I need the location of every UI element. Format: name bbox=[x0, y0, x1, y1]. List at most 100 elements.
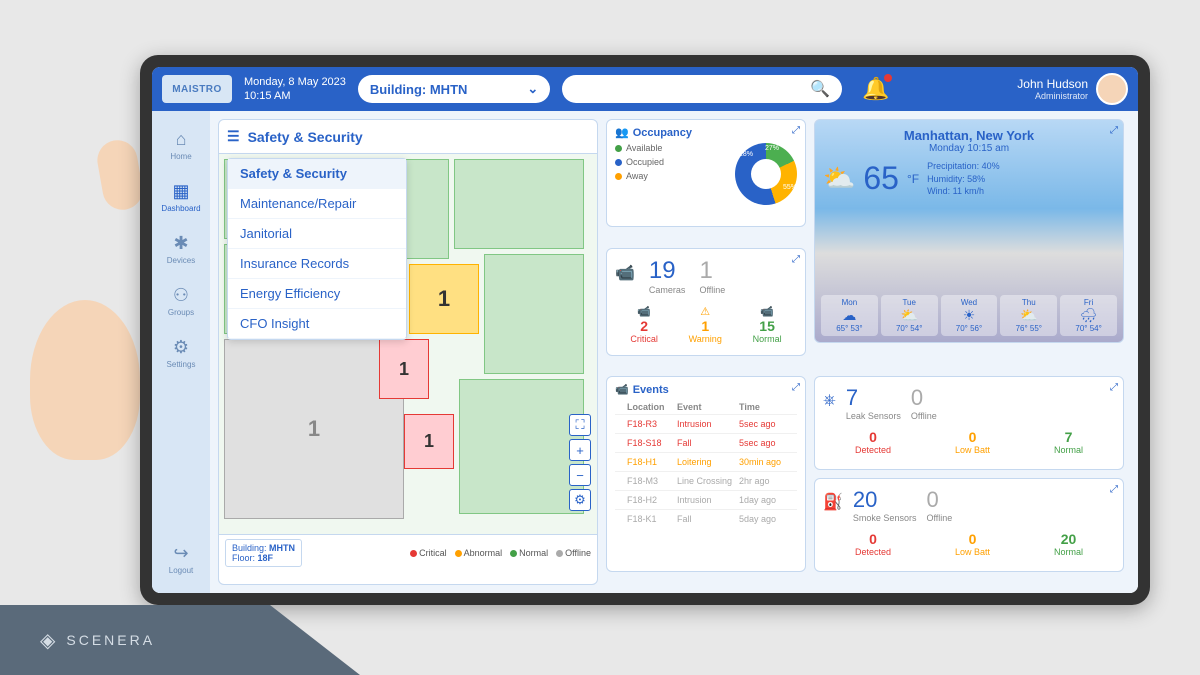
weather-temp: 65 bbox=[863, 160, 899, 197]
groups-icon: ⚇ bbox=[173, 285, 189, 306]
menu-item-maintenance[interactable]: Maintenance/Repair bbox=[228, 189, 406, 219]
sensor-stat: 7Normal bbox=[1054, 429, 1083, 455]
sidebar: ⌂Home ▦Dashboard ✱ Devices ⚇Groups ⚙ Setti… bbox=[152, 111, 210, 593]
menu-item-janitorial[interactable]: Janitorial bbox=[228, 219, 406, 249]
building-selector[interactable]: Building: MHTN ⌄ bbox=[358, 75, 550, 103]
camera-icon: 📹 bbox=[615, 263, 635, 283]
home-icon: ⌂ bbox=[176, 129, 187, 150]
floorplan-card: ☰ Safety & Security Safety & Security Ma… bbox=[218, 119, 598, 585]
forecast-day[interactable]: Mon☁65° 53° bbox=[821, 295, 878, 336]
menu-item-cfo[interactable]: CFO Insight bbox=[228, 309, 406, 339]
zoom-out-button[interactable]: − bbox=[569, 464, 591, 486]
weather-card: ⤢ Manhattan, New York Monday 10:15 am ⛅ … bbox=[814, 119, 1124, 343]
room-abnormal-marker[interactable]: 1 bbox=[409, 264, 479, 334]
event-row[interactable]: F18-R3Intrusion5sec ago bbox=[615, 414, 797, 433]
floor-badge: Building: MHTN Floor: 18F bbox=[225, 539, 302, 567]
weather-forecast: Mon☁65° 53°Tue⛅70° 54°Wed☀70° 56°Thu⛅76°… bbox=[821, 295, 1117, 336]
sidebar-item-logout[interactable]: ↪Logout bbox=[157, 537, 205, 581]
expand-icon[interactable]: ⤢ bbox=[1110, 125, 1118, 136]
menu-item-safety[interactable]: Safety & Security bbox=[228, 159, 406, 189]
event-row[interactable]: F18-H1Loitering30min ago bbox=[615, 452, 797, 471]
cameras-count: 19 bbox=[649, 257, 686, 285]
fullscreen-button[interactable]: ⛶ bbox=[569, 414, 591, 436]
topbar: MAISTRO Monday, 8 May 2023 10:15 AM Buil… bbox=[152, 67, 1138, 111]
forecast-day[interactable]: Fri🌧70° 54° bbox=[1060, 295, 1117, 336]
expand-icon[interactable]: ⤢ bbox=[1110, 382, 1118, 393]
avatar bbox=[1096, 73, 1128, 105]
room-critical-marker[interactable]: 1 bbox=[379, 339, 429, 399]
map-settings-button[interactable]: ⚙ bbox=[569, 489, 591, 511]
floorplan-title: Safety & Security bbox=[248, 129, 363, 145]
events-card: ⤢ 📹 Events LocationEventTime F18-R3Intrus… bbox=[606, 376, 806, 572]
forecast-day[interactable]: Wed☀70° 56° bbox=[941, 295, 998, 336]
forecast-day[interactable]: Thu⛅76° 55° bbox=[1000, 295, 1057, 336]
vendor-badge: ◈ SCENERA bbox=[0, 605, 360, 675]
floorplan-footer: Building: MHTN Floor: 18F Critical Abnor… bbox=[219, 534, 597, 571]
weather-icon: ⛅ bbox=[823, 163, 855, 194]
expand-icon[interactable]: ⤢ bbox=[792, 125, 800, 136]
floorplan-menu: Safety & Security Maintenance/Repair Jan… bbox=[227, 158, 407, 340]
floorplan-header[interactable]: ☰ Safety & Security bbox=[219, 120, 597, 154]
leak-icon: ⎈ bbox=[823, 392, 836, 410]
sensor-stat: 0Low Batt bbox=[955, 429, 990, 455]
smoke-sensors-card: ⤢ ⛽ 20Smoke Sensors 0Offline 0Detected0L… bbox=[814, 478, 1124, 572]
sidebar-item-home[interactable]: ⌂Home bbox=[157, 123, 205, 167]
events-table: LocationEventTime F18-R3Intrusion5sec ag… bbox=[615, 400, 797, 528]
expand-icon[interactable]: ⤢ bbox=[792, 382, 800, 393]
sidebar-item-dashboard[interactable]: ▦Dashboard bbox=[157, 175, 205, 219]
sensor-stat: 0Detected bbox=[855, 531, 891, 557]
events-title: Events bbox=[633, 384, 669, 396]
cameras-offline: 1 bbox=[699, 257, 725, 285]
devices-icon: ✱ bbox=[173, 233, 188, 254]
occupancy-title: Occupancy bbox=[633, 127, 692, 139]
sidebar-item-settings[interactable]: ⚙ Settings bbox=[157, 331, 205, 375]
occupancy-card: ⤢ 👥Occupancy Available Occupied Away 18%… bbox=[606, 119, 806, 227]
camera-stat: ⚠1Warning bbox=[689, 305, 722, 344]
events-header-row: LocationEventTime bbox=[615, 400, 797, 414]
notifications-button[interactable]: 🔔 bbox=[862, 76, 889, 102]
brand-logo: MAISTRO bbox=[162, 75, 232, 103]
camera-stat: 📹2Critical bbox=[630, 305, 658, 344]
menu-item-energy[interactable]: Energy Efficiency bbox=[228, 279, 406, 309]
event-row[interactable]: F18-H2Intrusion1day ago bbox=[615, 490, 797, 509]
event-row[interactable]: F18-S18Fall5sec ago bbox=[615, 433, 797, 452]
user-name: John Hudson bbox=[1017, 77, 1088, 91]
search-icon: 🔍 bbox=[810, 79, 830, 99]
search-input[interactable]: 🔍 bbox=[562, 75, 842, 103]
sensor-stat: 0Detected bbox=[855, 429, 891, 455]
sidebar-item-devices[interactable]: ✱ Devices bbox=[157, 227, 205, 271]
occupancy-donut: 18% 27% 55% bbox=[735, 143, 797, 205]
sidebar-item-groups[interactable]: ⚇Groups bbox=[157, 279, 205, 323]
smoke-icon: ⛽ bbox=[823, 492, 843, 512]
user-menu[interactable]: John Hudson Administrator bbox=[1017, 73, 1128, 105]
floorplan-legend: Critical Abnormal Normal Offline bbox=[410, 548, 591, 558]
map-controls: ⛶ + − ⚙ bbox=[569, 414, 591, 511]
sensor-stat: 0Low Batt bbox=[955, 531, 990, 557]
building-selector-label: Building: MHTN bbox=[370, 82, 467, 97]
leak-sensors-card: ⤢ ⎈ 7Leak Sensors 0Offline 0Detected0Low… bbox=[814, 376, 1124, 470]
hand-illustration bbox=[20, 120, 150, 520]
expand-icon[interactable]: ⤢ bbox=[1110, 484, 1118, 495]
vendor-icon: ◈ bbox=[40, 628, 58, 653]
zoom-in-button[interactable]: + bbox=[569, 439, 591, 461]
gear-icon: ⚙ bbox=[173, 337, 189, 358]
date-text: Monday, 8 May 2023 bbox=[244, 75, 346, 89]
room-offline-marker[interactable]: 1 bbox=[224, 339, 404, 519]
expand-icon[interactable]: ⤢ bbox=[792, 254, 800, 265]
forecast-day[interactable]: Tue⛅70° 54° bbox=[881, 295, 938, 336]
logout-icon: ↪ bbox=[173, 543, 188, 564]
dashboard-icon: ▦ bbox=[172, 181, 189, 202]
menu-item-insurance[interactable]: Insurance Records bbox=[228, 249, 406, 279]
sidebar-item-label: Devices bbox=[167, 256, 195, 265]
event-row[interactable]: F18-K1Fall5day ago bbox=[615, 509, 797, 528]
sidebar-item-label: Settings bbox=[167, 360, 196, 369]
sensor-stat: 20Normal bbox=[1054, 531, 1083, 557]
camera-icon: 📹 bbox=[615, 383, 629, 396]
screen: MAISTRO Monday, 8 May 2023 10:15 AM Buil… bbox=[152, 67, 1138, 593]
camera-stat: 📹15Normal bbox=[753, 305, 782, 344]
tablet-frame: MAISTRO Monday, 8 May 2023 10:15 AM Buil… bbox=[140, 55, 1150, 605]
room-critical-marker[interactable]: 1 bbox=[404, 414, 454, 469]
event-row[interactable]: F18-M3Line Crossing2hr ago bbox=[615, 471, 797, 490]
time-text: 10:15 AM bbox=[244, 89, 346, 103]
camera-stats: 📹2Critical ⚠1Warning 📹15Normal bbox=[615, 305, 797, 344]
